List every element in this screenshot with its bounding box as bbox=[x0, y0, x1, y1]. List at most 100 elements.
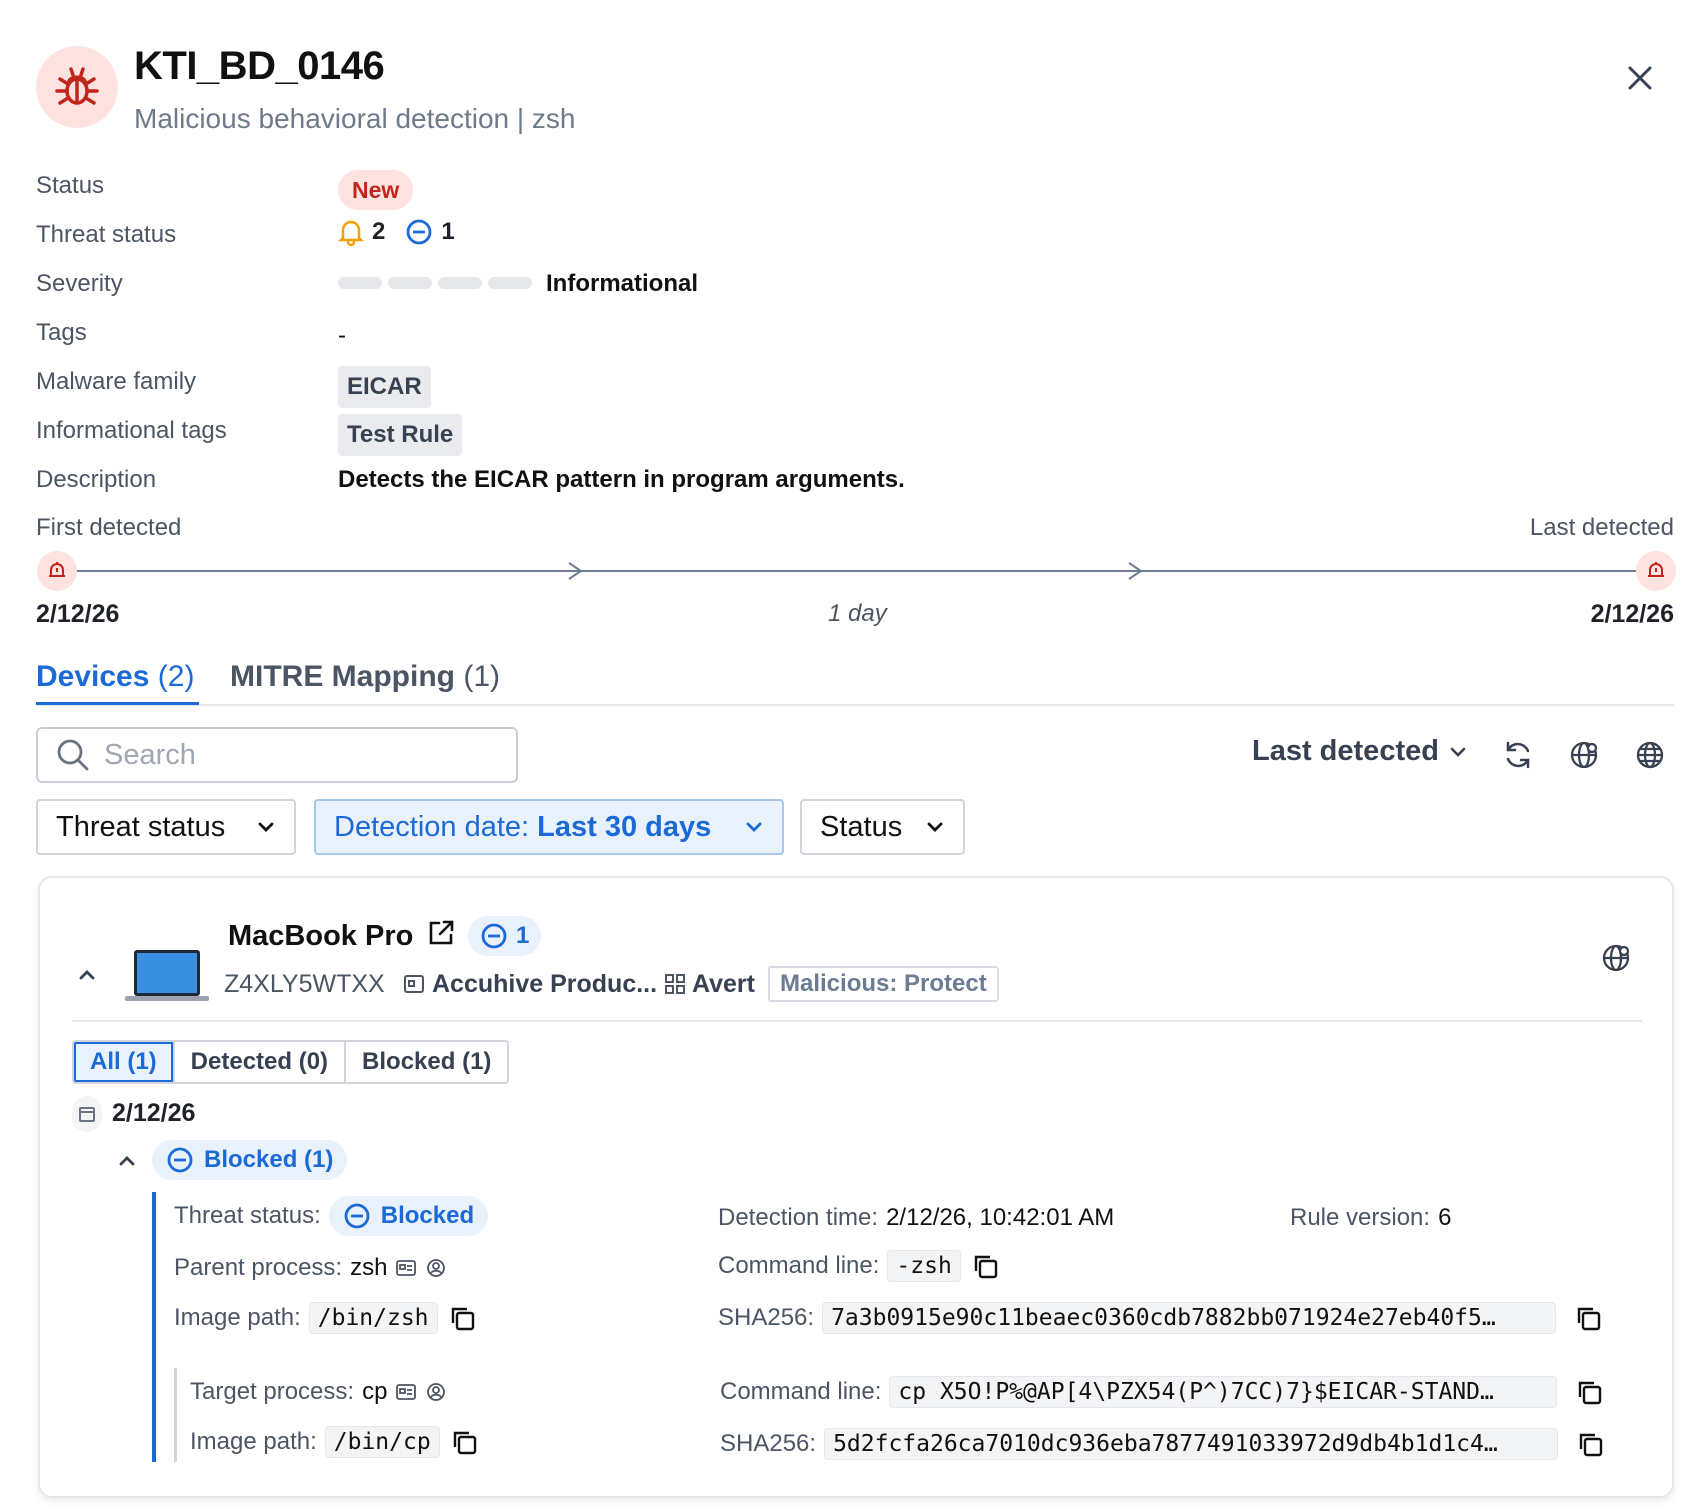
alarm-icon bbox=[37, 551, 77, 591]
process-info-icon[interactable] bbox=[395, 1257, 417, 1279]
tags-label: Tags bbox=[36, 319, 87, 346]
detection-date-value: Last 30 days bbox=[537, 810, 712, 843]
globe-settings-icon[interactable] bbox=[1600, 942, 1632, 979]
severity-bar-2 bbox=[388, 277, 432, 289]
info-tag-chip: Test Rule bbox=[338, 414, 463, 456]
copy-icon[interactable] bbox=[446, 1302, 478, 1334]
sort-label: Last detected bbox=[1252, 735, 1439, 767]
parent-command-label: Command line: bbox=[718, 1252, 880, 1279]
event-threat-status-value: Blocked bbox=[380, 1202, 475, 1229]
device-organization: Accuhive Produc... bbox=[432, 970, 658, 998]
group-grid-icon bbox=[664, 973, 686, 1000]
chevron-down-icon bbox=[256, 817, 276, 837]
first-detected-label: First detected bbox=[36, 514, 182, 541]
copy-icon[interactable] bbox=[1573, 1376, 1605, 1408]
sort-dropdown[interactable]: Last detected bbox=[1252, 735, 1467, 768]
detection-time-value: 2/12/26, 10:42:01 AM bbox=[886, 1204, 1115, 1231]
status-label: Status bbox=[36, 172, 105, 199]
malware-family-label: Malware family bbox=[36, 368, 197, 395]
copy-icon[interactable] bbox=[1574, 1428, 1606, 1460]
parent-image-label: Image path: bbox=[174, 1304, 301, 1331]
bell-icon bbox=[338, 218, 364, 246]
search-input[interactable]: Search bbox=[36, 727, 518, 783]
last-detected-label: Last detected bbox=[1529, 514, 1674, 541]
globe-icon[interactable] bbox=[1630, 735, 1670, 775]
event-accent-bar bbox=[152, 1192, 156, 1462]
timeline-arrow-icon bbox=[568, 562, 583, 580]
tab-mitre-mapping[interactable]: MITRE Mapping (1) bbox=[230, 660, 500, 694]
timeline-arrow-icon bbox=[1128, 562, 1143, 580]
threat-status-label: Threat status bbox=[36, 221, 177, 248]
parent-image-row: Image path: /bin/zsh bbox=[174, 1302, 478, 1334]
rule-version-row: Rule version: 6 bbox=[1290, 1204, 1451, 1232]
tab-mitre-label: MITRE Mapping bbox=[230, 660, 455, 693]
process-info-icon[interactable] bbox=[395, 1381, 417, 1403]
globe-settings-icon[interactable] bbox=[1564, 735, 1604, 775]
user-icon[interactable] bbox=[425, 1381, 447, 1403]
bug-icon bbox=[36, 46, 118, 128]
copy-icon[interactable] bbox=[448, 1426, 480, 1458]
calendar-icon bbox=[72, 1096, 102, 1132]
target-image-value: /bin/cp bbox=[324, 1426, 440, 1458]
chevron-down-icon bbox=[1449, 743, 1467, 761]
segment-all[interactable]: All (1) bbox=[74, 1042, 175, 1082]
threat-status-filter[interactable]: Threat status bbox=[36, 799, 296, 855]
threat-status-filter-label: Threat status bbox=[56, 810, 226, 843]
target-sha-label: SHA256: bbox=[720, 1430, 817, 1457]
active-tab-indicator bbox=[36, 702, 199, 705]
chevron-up-icon[interactable] bbox=[116, 1150, 138, 1177]
target-image-label: Image path: bbox=[190, 1428, 317, 1455]
alert-count: 2 bbox=[372, 218, 386, 245]
parent-process-label: Parent process: bbox=[174, 1254, 343, 1281]
chevron-up-icon[interactable] bbox=[76, 964, 98, 991]
last-detected-date: 2/12/26 bbox=[1590, 600, 1674, 628]
severity-bar-3 bbox=[438, 277, 482, 289]
threat-status-counts: 2 1 bbox=[338, 218, 455, 246]
event-threat-status-label: Threat status: bbox=[174, 1202, 321, 1229]
chevron-down-icon bbox=[925, 817, 945, 837]
user-icon[interactable] bbox=[425, 1257, 447, 1279]
device-name[interactable]: MacBook Pro bbox=[228, 920, 413, 953]
page-subtitle: Malicious behavioral detection | zsh bbox=[134, 103, 576, 134]
blocked-group-badge[interactable]: Blocked (1) bbox=[152, 1140, 348, 1180]
description-label: Description bbox=[36, 466, 157, 493]
tab-devices-count: (2) bbox=[157, 660, 195, 693]
status-badge: New bbox=[338, 170, 414, 210]
severity-label: Severity bbox=[36, 270, 123, 297]
close-icon[interactable] bbox=[1618, 56, 1662, 100]
status-filter[interactable]: Status bbox=[800, 799, 965, 855]
blocked-count: 1 bbox=[441, 218, 455, 245]
device-blocked-count: 1 bbox=[516, 922, 530, 949]
copy-icon[interactable] bbox=[969, 1250, 1001, 1282]
tags-value: - bbox=[338, 322, 346, 349]
severity-bar-1 bbox=[338, 277, 382, 289]
tab-devices-label: Devices bbox=[36, 660, 150, 693]
event-threat-status-badge: Blocked bbox=[328, 1196, 489, 1236]
target-process-value: cp bbox=[362, 1378, 388, 1405]
target-command-label: Command line: bbox=[720, 1378, 882, 1405]
target-sha-row: SHA256: 5d2fcfa26ca7010dc936eba787749103… bbox=[720, 1428, 1606, 1460]
blocked-group-label: Blocked (1) bbox=[204, 1146, 334, 1173]
policy-chip: Malicious: Protect bbox=[768, 966, 999, 1002]
info-tags-label: Informational tags bbox=[36, 417, 227, 444]
target-process-label: Target process: bbox=[190, 1378, 355, 1405]
detection-time-row: Detection time: 2/12/26, 10:42:01 AM bbox=[718, 1204, 1114, 1232]
search-icon bbox=[56, 738, 90, 772]
status-filter-label: Status bbox=[820, 810, 903, 843]
detection-date-filter[interactable]: Detection date: Last 30 days bbox=[314, 799, 784, 855]
timeline-line bbox=[76, 570, 1636, 572]
tab-devices[interactable]: Devices (2) bbox=[36, 660, 194, 694]
rule-version-label: Rule version: bbox=[1290, 1204, 1431, 1231]
parent-image-value: /bin/zsh bbox=[308, 1302, 438, 1334]
external-link-icon[interactable] bbox=[426, 918, 456, 953]
blocked-icon bbox=[167, 1147, 193, 1173]
refresh-icon[interactable] bbox=[1498, 735, 1538, 775]
segment-detected[interactable]: Detected (0) bbox=[175, 1042, 347, 1082]
segment-blocked[interactable]: Blocked (1) bbox=[346, 1042, 507, 1082]
target-command-value: cp X5O!P%@AP[4\PZX54(P^)7CC)7}$EICAR-STA… bbox=[889, 1376, 1558, 1408]
blocked-icon bbox=[344, 1203, 370, 1229]
copy-icon[interactable] bbox=[1572, 1302, 1604, 1334]
target-sha-value: 5d2fcfa26ca7010dc936eba7877491033972d9db… bbox=[824, 1428, 1559, 1460]
detection-date-filter-label: Detection date: Last 30 days bbox=[334, 811, 711, 844]
parent-sha-label: SHA256: bbox=[718, 1304, 815, 1331]
